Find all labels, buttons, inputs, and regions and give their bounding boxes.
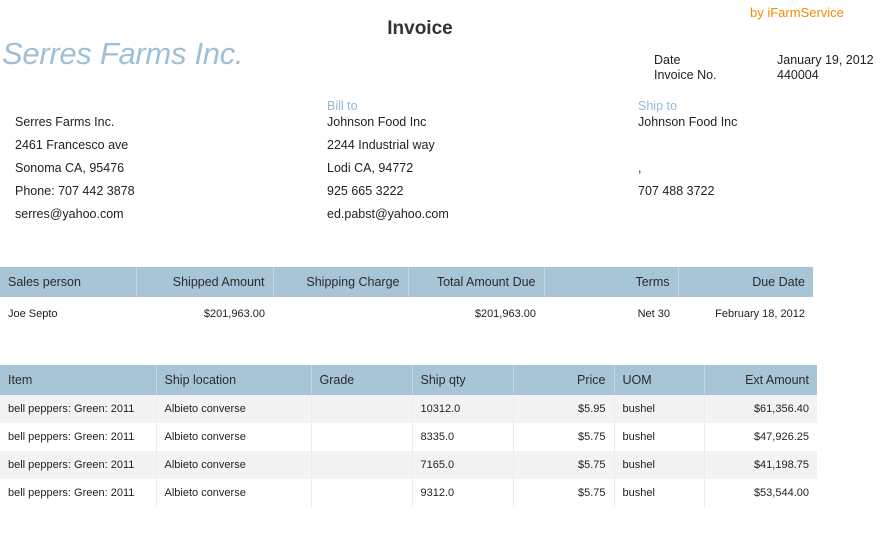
from-line: 2461 Francesco ave [15,138,129,152]
column-header-price: Price [513,365,615,395]
grade-cell [311,395,413,423]
table-row: bell peppers: Green: 2011 Albieto conver… [0,423,817,451]
invoice-no-label: Invoice No. [654,68,717,82]
ship-to-line [638,134,737,157]
from-line: Serres Farms Inc. [15,115,115,129]
column-header-uom: UOM [614,365,705,395]
item-cell: bell peppers: Green: 2011 [0,451,157,479]
grade-cell [311,451,413,479]
uom-cell: bushel [614,423,705,451]
sales-summary-table: Sales person Shipped Amount Shipping Cha… [0,267,813,331]
from-line: Phone: 707 442 3878 [15,184,135,198]
bill-to-address: Johnson Food Inc 2244 Industrial way Lod… [327,111,449,226]
terms-cell: Net 30 [637,308,670,320]
ext-amount-cell: $47,926.25 [753,431,809,443]
grade-cell [311,479,413,507]
column-header-shipping-charge: Shipping Charge [273,267,409,297]
column-header-item: Item [0,365,157,395]
column-header-ship-qty: Ship qty [412,365,514,395]
ship-qty-cell: 7165.0 [412,451,514,479]
bill-to-line: Lodi CA, 94772 [327,161,414,175]
bill-to-line: 925 665 3222 [327,184,404,198]
table-row: bell peppers: Green: 2011 Albieto conver… [0,451,817,479]
uom-cell: bushel [614,451,705,479]
column-header-shipped-amount: Shipped Amount [136,267,274,297]
item-cell: bell peppers: Green: 2011 [0,395,157,423]
bill-to-line: 2244 Industrial way [327,138,435,152]
item-cell: bell peppers: Green: 2011 [0,423,157,451]
column-header-sales-person: Sales person [0,267,137,297]
ship-to-address: Johnson Food Inc , 707 488 3722 [638,111,737,203]
column-header-grade: Grade [311,365,413,395]
column-header-ship-location: Ship location [156,365,312,395]
ext-amount-cell: $61,356.40 [704,395,817,423]
ship-location-cell: Albieto converse [156,479,312,507]
shipped-amount-cell: $201,963.00 [203,308,265,320]
column-header-terms: Terms [544,267,679,297]
ship-location-cell: Albieto converse [156,451,312,479]
table-row: bell peppers: Green: 2011 Albieto conver… [0,479,817,507]
grade-cell [311,423,413,451]
table-row: bell peppers: Green: 2011 Albieto conver… [0,395,817,423]
uom-cell: bushel [614,395,705,423]
sales-person-cell: Joe Septo [8,308,58,320]
ext-amount-cell: $53,544.00 [753,487,809,499]
ship-location-cell: Albieto converse [156,423,312,451]
line-items-table: Item Ship location Grade Ship qty Price … [0,365,817,507]
shipping-charge-cell [273,297,408,331]
from-address: Serres Farms Inc. 2461 Francesco ave Son… [15,111,135,226]
uom-cell: bushel [614,479,705,507]
column-header-due-date: Due Date [678,267,813,297]
table-row: Joe Septo $201,963.00 $201,963.00 Net 30… [0,297,813,331]
invoice-no-value: 440004 [777,68,819,82]
ship-location-cell: Albieto converse [156,395,312,423]
company-name: Serres Farms Inc. [2,36,244,71]
ship-qty-cell: 8335.0 [412,423,514,451]
ship-qty-cell: 9312.0 [412,479,514,507]
total-amount-due-cell: $201,963.00 [474,308,536,320]
ship-to-line: , [638,161,642,175]
ship-qty-cell: 10312.0 [412,395,514,423]
from-line: serres@yahoo.com [15,207,124,221]
column-header-ext-amount: Ext Amount [704,365,817,395]
price-cell: $5.75 [513,423,615,451]
date-label: Date [654,53,681,67]
price-cell: $5.75 [513,479,615,507]
column-header-total-amount-due: Total Amount Due [408,267,545,297]
ext-amount-cell: $41,198.75 [704,451,817,479]
price-cell: $5.95 [513,395,615,423]
due-date-cell: February 18, 2012 [715,308,805,320]
from-line: Sonoma CA, 95476 [15,161,125,175]
date-value: January 19, 2012 [777,53,874,67]
ship-to-line: Johnson Food Inc [638,115,738,129]
bill-to-line: ed.pabst@yahoo.com [327,207,449,221]
ship-to-line: 707 488 3722 [638,184,715,198]
item-cell: bell peppers: Green: 2011 [0,479,157,507]
bill-to-line: Johnson Food Inc [327,115,427,129]
price-cell: $5.75 [513,451,615,479]
